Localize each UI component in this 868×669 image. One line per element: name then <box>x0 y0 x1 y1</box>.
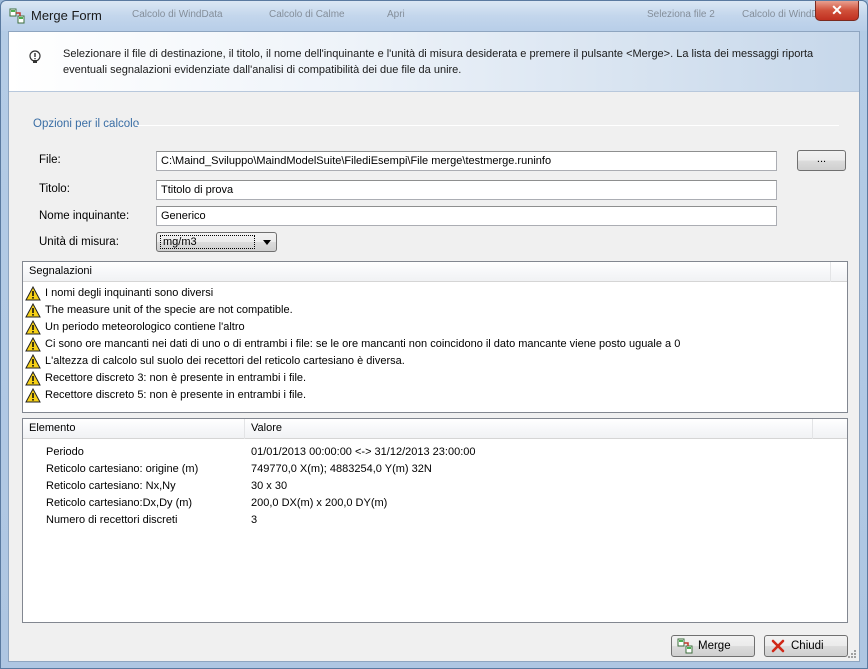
warning-triangle-icon <box>25 371 41 386</box>
title-bar[interactable]: Merge Form Calcolo di WindData Calcolo d… <box>1 1 867 31</box>
element-cell: Reticolo cartesiano: Nx,Ny <box>46 480 176 492</box>
warning-triangle-icon <box>25 337 41 352</box>
unit-dropdown[interactable]: mg/m3 <box>156 232 277 252</box>
pollutant-label: Nome inquinante: <box>39 210 130 222</box>
merge-icon <box>677 638 693 654</box>
element-cell: Numero di recettori discreti <box>46 514 178 526</box>
details-header: Elemento Valore <box>23 419 847 439</box>
message-text: The measure unit of the specie are not c… <box>45 304 293 316</box>
unit-selected-value: mg/m3 <box>160 235 255 249</box>
title-label: Titolo: <box>39 183 70 195</box>
chevron-down-icon <box>263 240 271 245</box>
value-cell: 01/01/2013 00:00:00 <-> 31/12/2013 23:00… <box>251 446 476 458</box>
message-text: Recettore discreto 3: non è presente in … <box>45 372 307 384</box>
pollutant-field[interactable]: Generico <box>156 206 777 226</box>
instructions-text: Selezionare il file di destinazione, il … <box>63 48 814 76</box>
window-close-button[interactable]: ✕ <box>815 1 859 21</box>
title-field[interactable]: Ttitolo di prova <box>156 180 777 200</box>
merge-button-label: Merge <box>698 640 731 652</box>
instructions-header: Selezionare il file di destinazione, il … <box>9 32 859 92</box>
ghost-tab: Seleziona file 2 <box>647 9 715 20</box>
details-row[interactable]: Numero di recettori discreti 3 <box>23 512 843 529</box>
options-group-title: Opzioni per il calcolo <box>33 118 140 130</box>
merge-form-icon <box>9 8 25 24</box>
window-title: Merge Form <box>31 8 102 23</box>
details-row[interactable]: Reticolo cartesiano:Dx,Dy (m) 200,0 DX(m)… <box>23 495 843 512</box>
details-row[interactable]: Periodo 01/01/2013 00:00:00 <-> 31/12/201… <box>23 444 843 461</box>
resize-grip-icon[interactable] <box>847 649 857 659</box>
close-button[interactable]: Chiudi <box>764 635 848 657</box>
message-text: Recettore discreto 5: non è presente in … <box>45 389 307 401</box>
browse-file-button[interactable]: ... <box>797 150 846 171</box>
message-text: I nomi degli inquinanti sono diversi <box>45 287 214 299</box>
file-path-field[interactable]: C:\Maind_Sviluppo\MaindModelSuite\Filedi… <box>156 151 777 171</box>
ghost-tab: Calcolo di WindData <box>132 9 223 20</box>
warning-triangle-icon <box>25 303 41 318</box>
element-cell: Reticolo cartesiano:Dx,Dy (m) <box>46 497 193 509</box>
warning-triangle-icon <box>25 354 41 369</box>
details-list[interactable]: Elemento Valore Periodo 01/01/2013 00:00:… <box>22 418 848 623</box>
info-bulb-icon <box>29 50 41 63</box>
element-cell: Reticolo cartesiano: origine (m) <box>46 463 199 475</box>
client-area: Selezionare il file di destinazione, il … <box>8 31 860 662</box>
messages-header: Segnalazioni <box>23 262 847 282</box>
close-button-label: Chiudi <box>791 640 824 652</box>
element-cell: Periodo <box>46 446 84 458</box>
merge-form-window: Merge Form Calcolo di WindData Calcolo d… <box>0 0 868 669</box>
details-row[interactable]: Reticolo cartesiano: origine (m) 749770,0… <box>23 461 843 478</box>
value-cell: 30 x 30 <box>251 480 288 492</box>
file-label: File: <box>39 154 61 166</box>
unit-label: Unità di misura: <box>39 236 119 248</box>
value-cell: 749770,0 X(m); 4883254,0 Y(m) 32N <box>251 463 432 475</box>
ghost-tab: Apri <box>387 9 405 20</box>
value-cell: 200,0 DX(m) x 200,0 DY(m) <box>251 497 388 509</box>
merge-button[interactable]: Merge <box>671 635 755 657</box>
warning-triangle-icon <box>25 320 41 335</box>
message-text: Ci sono ore mancanti nei dati di uno o d… <box>45 338 681 350</box>
value-cell: 3 <box>251 514 258 526</box>
warning-triangle-icon <box>25 388 41 403</box>
ghost-tab: Calcolo di Calme <box>269 9 345 20</box>
message-text: Un periodo meteorologico contiene l'altr… <box>45 321 245 333</box>
message-text: L'altezza di calcolo sul suolo dei recet… <box>45 355 405 367</box>
group-divider <box>137 125 839 126</box>
warning-triangle-icon <box>25 286 41 301</box>
messages-list[interactable]: Segnalazioni I nomi degli inquinanti son… <box>22 261 848 413</box>
messages-column-header[interactable]: Segnalazioni <box>23 262 831 282</box>
red-x-icon <box>771 639 785 653</box>
element-column-header[interactable]: Elemento <box>23 419 245 439</box>
value-column-header[interactable]: Valore <box>245 419 813 439</box>
details-row[interactable]: Reticolo cartesiano: Nx,Ny 30 x 30 <box>23 478 843 495</box>
